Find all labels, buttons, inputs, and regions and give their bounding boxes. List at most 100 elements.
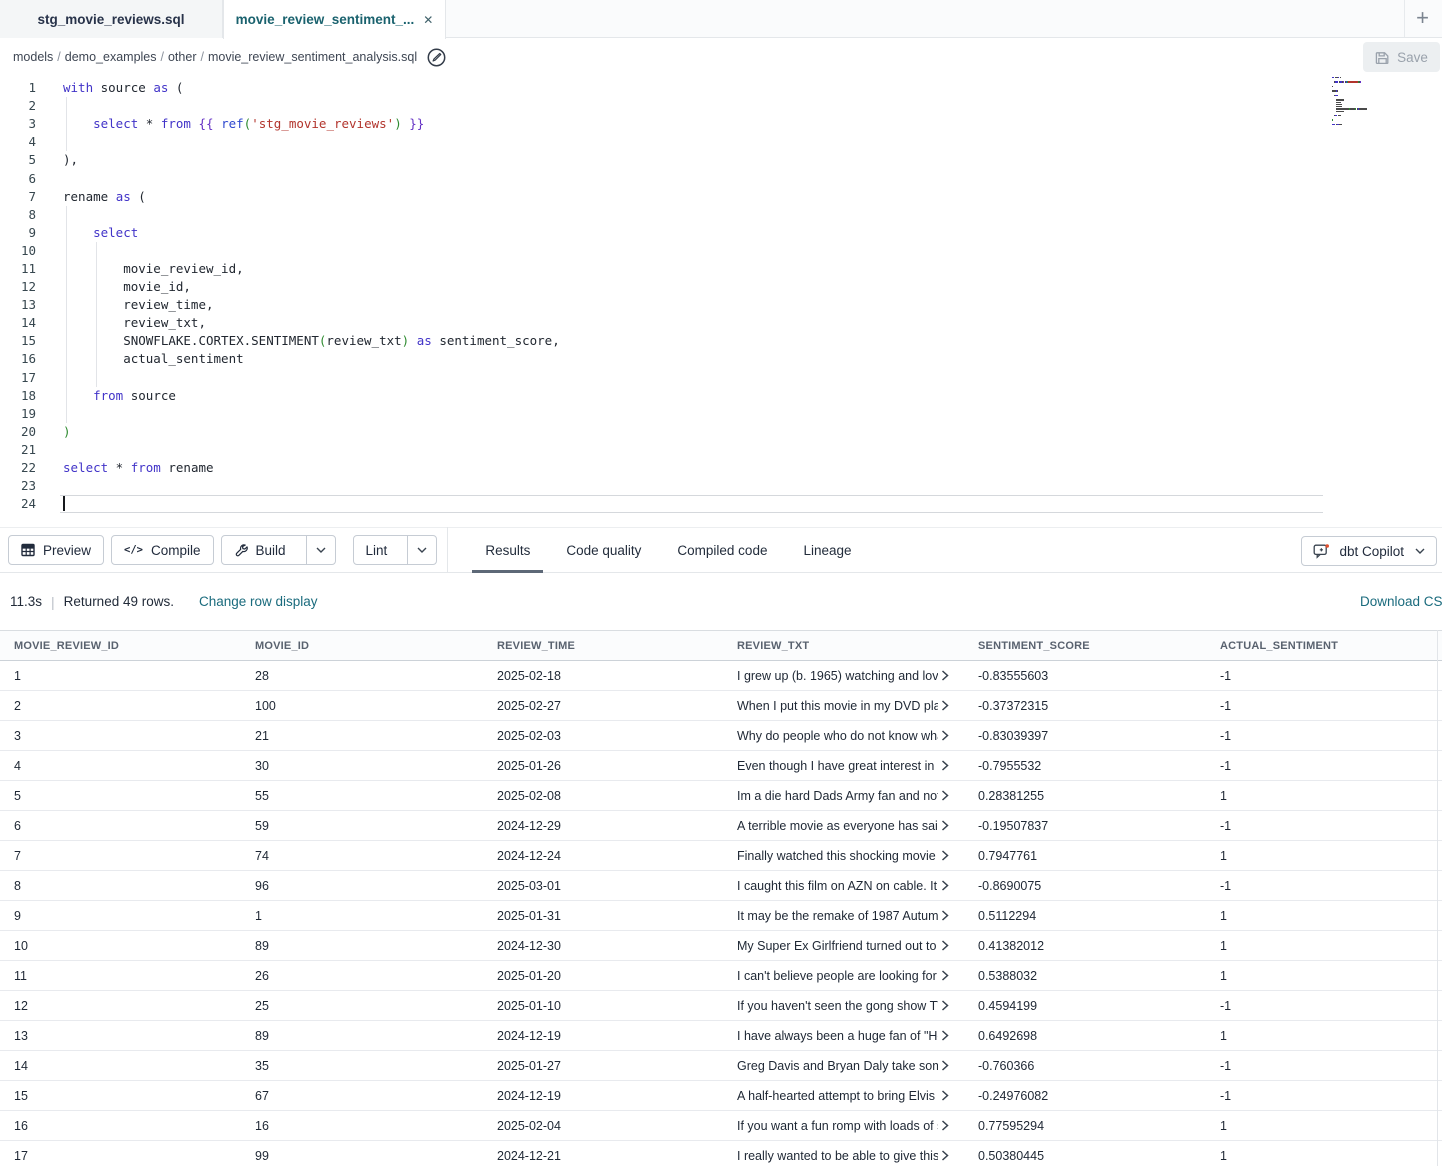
code-text: SNOWFLAKE.CORTEX.SENTIMENT(review_txt) a… — [63, 332, 560, 350]
cell: 0.5388032 — [964, 969, 1206, 983]
code-line[interactable]: 3 select * from {{ ref('stg_movie_review… — [0, 115, 1442, 133]
expand-review-icon[interactable] — [941, 820, 949, 831]
minimap-line — [1332, 113, 1402, 114]
dbt-copilot-button[interactable]: dbt Copilot — [1301, 536, 1437, 566]
code-line[interactable]: 15 SNOWFLAKE.CORTEX.SENTIMENT(review_txt… — [0, 332, 1442, 350]
indent-guide — [96, 260, 97, 278]
expand-review-icon[interactable] — [941, 970, 949, 981]
expand-review-icon[interactable] — [941, 790, 949, 801]
line-number: 23 — [0, 477, 36, 495]
code-line[interactable]: 2 — [0, 97, 1442, 115]
code-line[interactable]: 19 — [0, 405, 1442, 423]
code-line[interactable]: 18 from source — [0, 387, 1442, 405]
change-row-display-link[interactable]: Change row display — [199, 594, 318, 609]
code-line[interactable]: 17 — [0, 369, 1442, 387]
code-line[interactable]: 1with source as ( — [0, 79, 1442, 97]
cell: 2 — [0, 699, 241, 713]
file-tab-1[interactable]: stg_movie_reviews.sql — [0, 0, 223, 38]
review-text: If you want a fun romp with loads of s… — [737, 1119, 938, 1133]
expand-review-icon[interactable] — [941, 730, 949, 741]
code-line[interactable]: 22select * from rename — [0, 459, 1442, 477]
build-button[interactable]: Build — [222, 536, 298, 564]
cell: A terrible movie as everyone has said. … — [723, 819, 964, 833]
expand-review-icon[interactable] — [941, 1030, 949, 1041]
file-tab-2[interactable]: movie_review_sentiment_...✕ — [223, 0, 446, 39]
cell: 15 — [0, 1089, 241, 1103]
wrench-icon — [234, 543, 248, 557]
line-number: 10 — [0, 242, 36, 260]
code-line[interactable]: 21 — [0, 441, 1442, 459]
code-line[interactable]: 16 actual_sentiment — [0, 350, 1442, 368]
review-text: Even though I have great interest in Bi… — [737, 759, 938, 773]
code-line[interactable]: 9 select — [0, 224, 1442, 242]
expand-review-icon[interactable] — [941, 1090, 949, 1101]
tab-code-quality[interactable]: Code quality — [553, 527, 654, 573]
code-line[interactable]: 7rename as ( — [0, 188, 1442, 206]
minimap-line — [1332, 90, 1402, 91]
minimap-line — [1332, 126, 1402, 127]
code-line[interactable]: 24 — [0, 495, 1442, 513]
lint-dropdown-button[interactable] — [407, 536, 436, 564]
tab-compiled-code[interactable]: Compiled code — [664, 527, 780, 573]
line-number: 11 — [0, 260, 36, 278]
cell: 89 — [241, 939, 483, 953]
cell: If you want a fun romp with loads of s… — [723, 1119, 964, 1133]
cell: 0.5112294 — [964, 909, 1206, 923]
new-tab-button[interactable]: + — [1416, 5, 1429, 31]
cell: Greg Davis and Bryan Daly take some … — [723, 1059, 964, 1073]
column-header: MOVIE_REVIEW_ID — [0, 640, 241, 652]
status-separator: | — [51, 594, 55, 610]
table-row: 21002025-02-27When I put this movie in m… — [0, 691, 1442, 721]
review-text: I grew up (b. 1965) watching and lovin… — [737, 669, 938, 683]
cell: 1 — [1206, 909, 1442, 923]
indent-guide — [96, 314, 97, 332]
cell: 12 — [0, 999, 241, 1013]
build-dropdown-button[interactable] — [306, 536, 335, 564]
code-text: review_time, — [63, 296, 214, 314]
code-line[interactable]: 10 — [0, 242, 1442, 260]
cell: I can't believe people are looking for a… — [723, 969, 964, 983]
cell: 1 — [241, 909, 483, 923]
cell: 2025-02-04 — [483, 1119, 723, 1133]
code-line[interactable]: 4 — [0, 133, 1442, 151]
code-line[interactable]: 20) — [0, 423, 1442, 441]
editor-minimap[interactable] — [1332, 77, 1402, 131]
compile-button[interactable]: </> Compile — [111, 535, 214, 565]
code-line[interactable]: 13 review_time, — [0, 296, 1442, 314]
cell: 67 — [241, 1089, 483, 1103]
expand-review-icon[interactable] — [941, 880, 949, 891]
code-line[interactable]: 23 — [0, 477, 1442, 495]
code-line[interactable]: 8 — [0, 206, 1442, 224]
expand-review-icon[interactable] — [941, 850, 949, 861]
expand-review-icon[interactable] — [941, 1060, 949, 1071]
download-csv-link[interactable]: Download CSV — [1360, 594, 1442, 609]
preview-button[interactable]: Preview — [8, 535, 104, 565]
expand-review-icon[interactable] — [941, 670, 949, 681]
code-line[interactable]: 11 movie_review_id, — [0, 260, 1442, 278]
code-line[interactable]: 14 review_txt, — [0, 314, 1442, 332]
cell: 1 — [0, 669, 241, 683]
expand-review-icon[interactable] — [941, 700, 949, 711]
tab-results[interactable]: Results — [472, 527, 543, 573]
expand-review-icon[interactable] — [941, 940, 949, 951]
tab-lineage[interactable]: Lineage — [790, 527, 864, 573]
cell: I caught this film on AZN on cable. It s… — [723, 879, 964, 893]
code-editor[interactable]: 1with source as (23 select * from {{ ref… — [0, 75, 1442, 527]
expand-review-icon[interactable] — [941, 760, 949, 771]
save-button[interactable]: Save — [1363, 42, 1440, 72]
cell: -0.7955532 — [964, 759, 1206, 773]
expand-review-icon[interactable] — [941, 1120, 949, 1131]
code-line[interactable]: 12 movie_id, — [0, 278, 1442, 296]
expand-review-icon[interactable] — [941, 1150, 949, 1161]
code-line[interactable]: 6 — [0, 169, 1442, 187]
cell: 35 — [241, 1059, 483, 1073]
close-icon[interactable]: ✕ — [423, 13, 433, 27]
indent-guide — [96, 296, 97, 314]
expand-review-icon[interactable] — [941, 910, 949, 921]
cell: 1 — [1206, 1149, 1442, 1163]
copilot-edit-icon[interactable] — [426, 47, 447, 68]
expand-review-icon[interactable] — [941, 1000, 949, 1011]
cell: 2025-02-03 — [483, 729, 723, 743]
code-line[interactable]: 5), — [0, 151, 1442, 169]
lint-button[interactable]: Lint — [354, 536, 400, 564]
